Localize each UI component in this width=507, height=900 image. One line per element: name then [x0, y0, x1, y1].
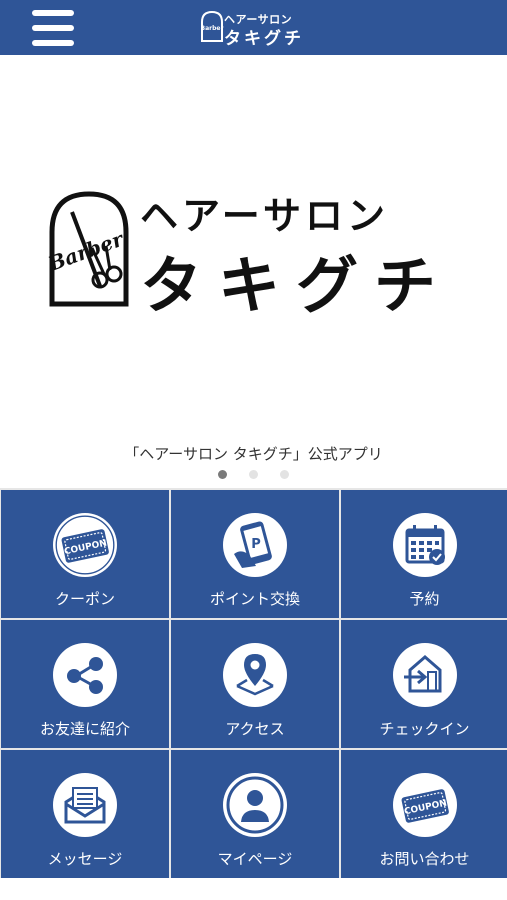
tile-label: クーポン — [54, 590, 115, 608]
share-icon — [53, 643, 117, 707]
hero-caption: 「ヘアーサロン タキグチ」公式アプリ — [124, 445, 383, 463]
barber-badge-small-icon: Barber — [201, 10, 224, 42]
tile-label: 予約 — [409, 590, 440, 608]
user-icon — [223, 773, 287, 837]
svg-text:P: P — [251, 537, 261, 552]
tile-label: ポイント交換 — [209, 590, 300, 608]
coupon-icon: COUPON — [53, 513, 117, 577]
svg-text:Barber: Barber — [201, 25, 224, 32]
header-logo-line2: タキグチ — [224, 29, 304, 49]
tile-coupon[interactable]: COUPON クーポン — [1, 490, 169, 618]
tile-label: マイページ — [217, 850, 293, 868]
hero-logo-line1: ヘアーサロン — [140, 194, 389, 238]
message-icon — [53, 773, 117, 837]
tile-mypage[interactable]: マイページ — [171, 750, 339, 878]
tile-access[interactable]: アクセス — [171, 620, 339, 748]
tile-label: お問い合わせ — [379, 850, 470, 868]
carousel-indicator[interactable] — [0, 470, 507, 479]
menu-line — [32, 25, 74, 31]
tile-refer-friend[interactable]: お友達に紹介 — [1, 620, 169, 748]
contact-coupon-icon: COUPON — [392, 773, 457, 837]
top-bar: Barber ヘアーサロン タキグチ — [0, 0, 507, 55]
svg-text:Barber: Barber — [48, 226, 128, 276]
checkin-icon — [392, 643, 457, 707]
point-exchange-icon: P — [223, 513, 287, 577]
tile-contact[interactable]: COUPON お問い合わせ — [341, 750, 507, 878]
calendar-icon — [392, 513, 457, 577]
header-logo[interactable]: Barber ヘアーサロン タキグチ — [200, 10, 310, 49]
tile-label: お友達に紹介 — [39, 720, 130, 738]
menu-line — [32, 10, 74, 16]
tile-label: チェックイン — [379, 720, 470, 738]
tile-reservation[interactable]: 予約 — [341, 490, 507, 618]
carousel-dot-active[interactable] — [218, 470, 227, 479]
barber-badge-icon: Barber — [48, 191, 129, 307]
menu-grid: COUPON クーポン P ポイント交換 予約 お友達に紹介 アクセス チェック… — [0, 488, 507, 878]
hero-logo-line2: タキグチ — [140, 249, 453, 322]
hero-banner[interactable]: Barber ヘアーサロン タキグチ — [0, 55, 507, 435]
tile-point-exchange[interactable]: P ポイント交換 — [171, 490, 339, 618]
tile-checkin[interactable]: チェックイン — [341, 620, 507, 748]
carousel-dot[interactable] — [280, 470, 289, 479]
menu-line — [32, 40, 74, 46]
hero-logo: Barber ヘアーサロン タキグチ — [48, 185, 468, 325]
tile-label: メッセージ — [47, 850, 123, 868]
map-pin-icon — [223, 643, 287, 707]
tile-label: アクセス — [225, 720, 285, 738]
carousel-dot[interactable] — [249, 470, 258, 479]
hamburger-menu-icon[interactable] — [32, 10, 74, 46]
tile-message[interactable]: メッセージ — [1, 750, 169, 878]
